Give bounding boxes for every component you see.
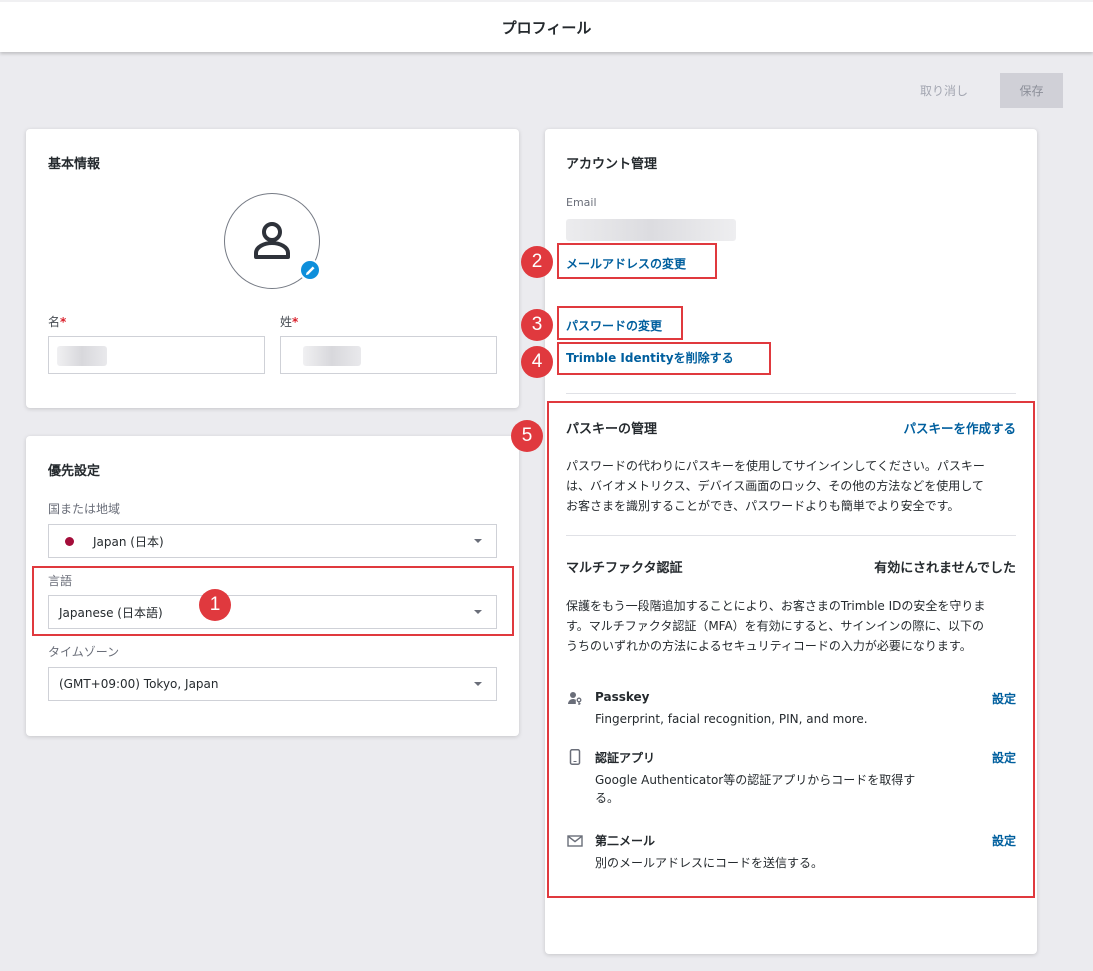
timezone-label: タイムゾーン <box>48 645 120 659</box>
annotation-box-2 <box>557 243 717 279</box>
annotation-box-1 <box>32 566 514 636</box>
last-name-input[interactable] <box>280 336 497 374</box>
person-icon <box>254 222 290 259</box>
pencil-icon <box>305 265 315 275</box>
chevron-down-icon <box>474 682 482 686</box>
basic-info-title: 基本情報 <box>48 157 101 172</box>
email-label: Email <box>566 196 597 209</box>
annotation-badge-5: 5 <box>511 420 543 452</box>
first-name-label: 名* <box>48 315 67 329</box>
preferences-title: 優先設定 <box>48 464 101 479</box>
annotation-badge-3: 3 <box>521 309 553 341</box>
redacted-value <box>57 346 107 366</box>
divider <box>566 393 1016 394</box>
annotation-box-4 <box>557 342 771 375</box>
page-actions: 取り消し 保存 <box>920 73 1063 108</box>
account-title: アカウント管理 <box>566 157 658 172</box>
save-button[interactable]: 保存 <box>1000 73 1063 108</box>
redacted-value <box>303 346 361 366</box>
avatar-edit-button[interactable] <box>299 259 321 281</box>
cancel-button[interactable]: 取り消し <box>920 82 968 99</box>
basic-info-card: 基本情報 名* 姓* <box>26 129 519 408</box>
japan-flag-icon <box>65 536 74 546</box>
annotation-box-3 <box>557 306 683 340</box>
country-label: 国または地域 <box>48 502 121 516</box>
top-bar: プロフィール <box>0 0 1093 52</box>
timezone-value: (GMT+09:00) Tokyo, Japan <box>59 677 219 691</box>
first-name-input[interactable] <box>48 336 265 374</box>
annotation-box-5 <box>547 401 1035 898</box>
chevron-down-icon <box>474 539 482 543</box>
annotation-badge-4: 4 <box>521 346 553 378</box>
country-value: Japan (日本) <box>93 534 164 549</box>
timezone-select[interactable]: (GMT+09:00) Tokyo, Japan <box>48 667 497 701</box>
last-name-label: 姓* <box>280 315 299 329</box>
page-title: プロフィール <box>501 18 592 37</box>
annotation-badge-1: 1 <box>199 589 231 621</box>
annotation-badge-2: 2 <box>521 246 553 278</box>
country-select[interactable]: Japan (日本) <box>48 524 497 558</box>
redacted-email <box>566 219 736 241</box>
